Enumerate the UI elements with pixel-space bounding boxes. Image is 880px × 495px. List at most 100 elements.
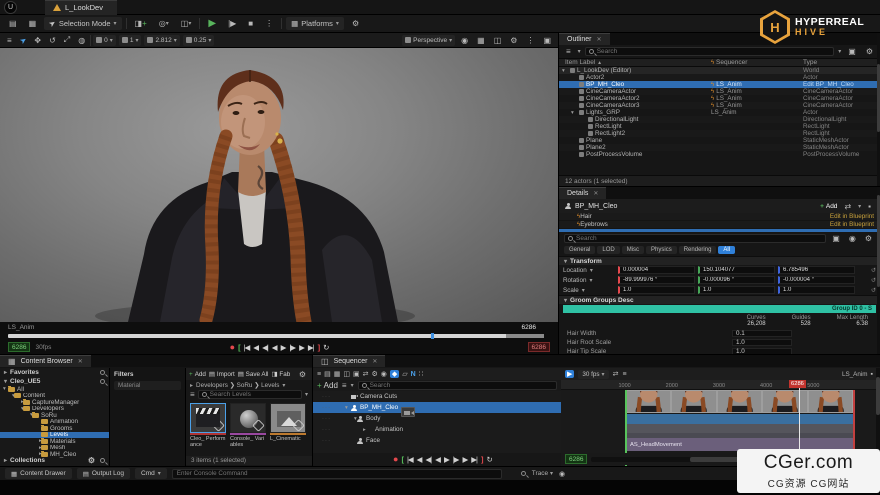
level-tab[interactable]: L_LookDev (45, 0, 117, 15)
outliner-options-icon[interactable]: ≡ (563, 47, 574, 56)
groom-value-field[interactable]: 0.1 (732, 330, 792, 337)
close-icon[interactable]: ✕ (597, 36, 602, 43)
play-reverse-button[interactable]: ◀ (272, 343, 277, 352)
content-drawer-button[interactable]: ▦ Content Drawer (5, 468, 72, 479)
stop-button[interactable]: ■ (244, 17, 257, 30)
save-icon[interactable]: ▤ (5, 17, 21, 30)
sequencer-track-row[interactable]: · · · ▾ Body (313, 413, 561, 424)
favorites-icon[interactable]: ◉ (846, 234, 859, 243)
cinematics-icon[interactable]: ◫▾ (177, 17, 196, 30)
view-options-icon[interactable]: ◉ (381, 370, 387, 378)
y-value-field[interactable]: -0.000096 ° (698, 276, 775, 284)
camera-cuts-filmstrip[interactable] (626, 390, 853, 413)
outliner-row[interactable]: PostProcessVolume ϟ PostProcessVolume (559, 151, 880, 158)
play-button[interactable]: ▶ (444, 455, 449, 464)
add-asset-button[interactable]: +Add (189, 371, 206, 378)
reset-icon[interactable]: ↺ (858, 287, 876, 294)
edit-in-blueprint-link[interactable]: Edit in Blueprint (830, 221, 874, 228)
bracket-in-button[interactable]: [ (238, 343, 240, 352)
groom-group-bar[interactable]: Group ID 0 - S (563, 305, 876, 313)
outliner-row[interactable]: CineCameraActor2 ϟLS_Anim CineCameraActo… (559, 95, 880, 102)
go-to-front-button[interactable]: |◀ (407, 455, 413, 464)
camera-speed[interactable]: 2.812 ▾ (144, 35, 179, 46)
outliner-row[interactable]: Plane2 ϟ StaticMeshActor (559, 144, 880, 151)
world-local-icon[interactable]: ◍ (75, 36, 88, 45)
jump-back-button[interactable]: ◀ (253, 343, 258, 352)
filter-chip[interactable]: All (718, 246, 735, 254)
viewport-scrub-bar[interactable] (0, 332, 558, 340)
frame-skip-button[interactable]: |▶ (224, 17, 240, 30)
browse-content-icon[interactable]: ▦ (25, 17, 41, 30)
quick-add-icon[interactable]: ◨+ (131, 17, 151, 30)
outliner-row[interactable]: ▾ Lights_GRP ϟLS_Anim Actor (559, 109, 880, 116)
level-viewport[interactable]: ≡ ➤ ✥ ↺ ⤢ ◍ 0 ▾ 1 ▾ (0, 33, 558, 354)
sequencer-track-row[interactable]: · · · ▾ BP_MH_Cleo (313, 402, 561, 413)
go-to-end-button[interactable]: ▶| (308, 343, 314, 352)
component-row[interactable]: ϟ Hair Edit in Blueprint (559, 213, 880, 221)
details-swap-icon[interactable]: ⇄ (841, 202, 854, 211)
outliner-searchbox[interactable] (585, 47, 835, 56)
playback-options-icon[interactable]: ▶ (565, 370, 574, 378)
collections-section[interactable]: ▸ Collections ⚙ (0, 456, 109, 465)
details-search-input[interactable] (576, 235, 822, 242)
close-icon[interactable]: ✕ (593, 190, 598, 197)
save-all-button[interactable]: ▤Save All (238, 371, 269, 378)
fps-dropdown[interactable]: 30 fps▾ (578, 370, 608, 379)
outliner-row[interactable]: CineCameraActor ϟLS_Anim CineCameraActor (559, 88, 880, 95)
groom-section-header[interactable]: ▾ Groom Groups Desc (559, 295, 880, 304)
grid-snap[interactable]: 1 ▾ (119, 35, 142, 46)
fab-button[interactable]: ◨Fab (271, 371, 290, 378)
filter-icon[interactable]: ≡ (190, 390, 195, 399)
assets-searchbox[interactable] (198, 390, 302, 399)
more-options-icon[interactable]: ⋮ (523, 36, 537, 45)
play-reverse-button[interactable]: ◀ (435, 455, 440, 464)
outliner-row[interactable]: CineCameraActor3 ϟLS_Anim CineCameraActo… (559, 102, 880, 109)
viewport-menu-icon[interactable]: ≡ (4, 36, 15, 45)
play-button[interactable]: ▶ (281, 343, 286, 352)
record-button[interactable]: ● (393, 454, 397, 464)
content-browser-tab[interactable]: ▦ Content Browser ✕ (0, 355, 91, 367)
viewport-settings-icon[interactable]: ⚙ (507, 36, 520, 45)
outliner-tab[interactable]: Outliner ✕ (559, 33, 610, 45)
outliner-search-input[interactable] (597, 48, 831, 55)
snap-icon[interactable]: N (411, 371, 416, 378)
perspective-dropdown[interactable]: Perspective ▾ (402, 35, 455, 46)
unreal-logo-icon[interactable]: U (4, 1, 17, 14)
sequencer-track-row[interactable]: · · · ▸ Animation (313, 424, 561, 435)
sequencer-tab[interactable]: ◫ Sequencer ✕ (313, 355, 385, 367)
details-searchbox[interactable] (564, 234, 826, 243)
selected-track-band[interactable] (626, 414, 853, 424)
filter-chip[interactable]: Rendering (679, 246, 717, 254)
loop-button[interactable]: ↻ (323, 343, 328, 352)
import-button[interactable]: ▤Import (209, 371, 235, 378)
new-folder-icon[interactable]: ▣ (845, 47, 859, 56)
settings-icon[interactable]: ⚙ (348, 17, 363, 30)
z-value-field[interactable]: -0.000004 ° (778, 276, 855, 284)
go-to-front-button[interactable]: |◀ (244, 343, 250, 352)
step-back-button[interactable]: ◀| (425, 455, 431, 464)
go-to-end-button[interactable]: ▶| (471, 455, 477, 464)
breadcrumb[interactable]: ▸ Developers ❯ SoRu ❯ Levels ▾ (186, 380, 312, 390)
viewport-canvas[interactable] (0, 48, 558, 322)
render-movie-icon[interactable]: ▣ (353, 370, 360, 378)
transform-section-header[interactable]: ▾ Transform (559, 256, 880, 265)
auto-key-icon[interactable]: ▱ (402, 370, 407, 378)
reset-icon[interactable]: ↺ (858, 277, 876, 284)
outliner-settings-icon[interactable]: ⚙ (863, 47, 876, 56)
output-log-button[interactable]: ▤ Output Log (77, 468, 130, 479)
filter-chip[interactable]: LOD (597, 246, 619, 254)
jump-forward-button[interactable]: ▶ (299, 343, 304, 352)
z-value-field[interactable]: 6.785496 (778, 266, 855, 274)
timeline-ruler[interactable]: 10002000300040005000 (561, 380, 877, 390)
close-icon[interactable]: ✕ (372, 358, 377, 365)
sequence-breadcrumb[interactable]: LS_Anim (842, 371, 868, 378)
curve-editor-icon[interactable]: ⇄ (613, 370, 619, 378)
outliner-row[interactable]: RectLight2 ϟ RectLight (559, 130, 880, 137)
range-icon[interactable]: ∷ (419, 370, 423, 378)
loop-button[interactable]: ↻ (486, 455, 491, 464)
y-value-field[interactable]: 150.104077 (698, 266, 775, 274)
play-button[interactable]: ▶ (204, 17, 220, 30)
assets-search-input[interactable] (210, 391, 298, 398)
component-row[interactable]: ϟ Eyebrows Edit in Blueprint (559, 221, 880, 229)
sequencer-searchbox[interactable] (358, 381, 557, 390)
